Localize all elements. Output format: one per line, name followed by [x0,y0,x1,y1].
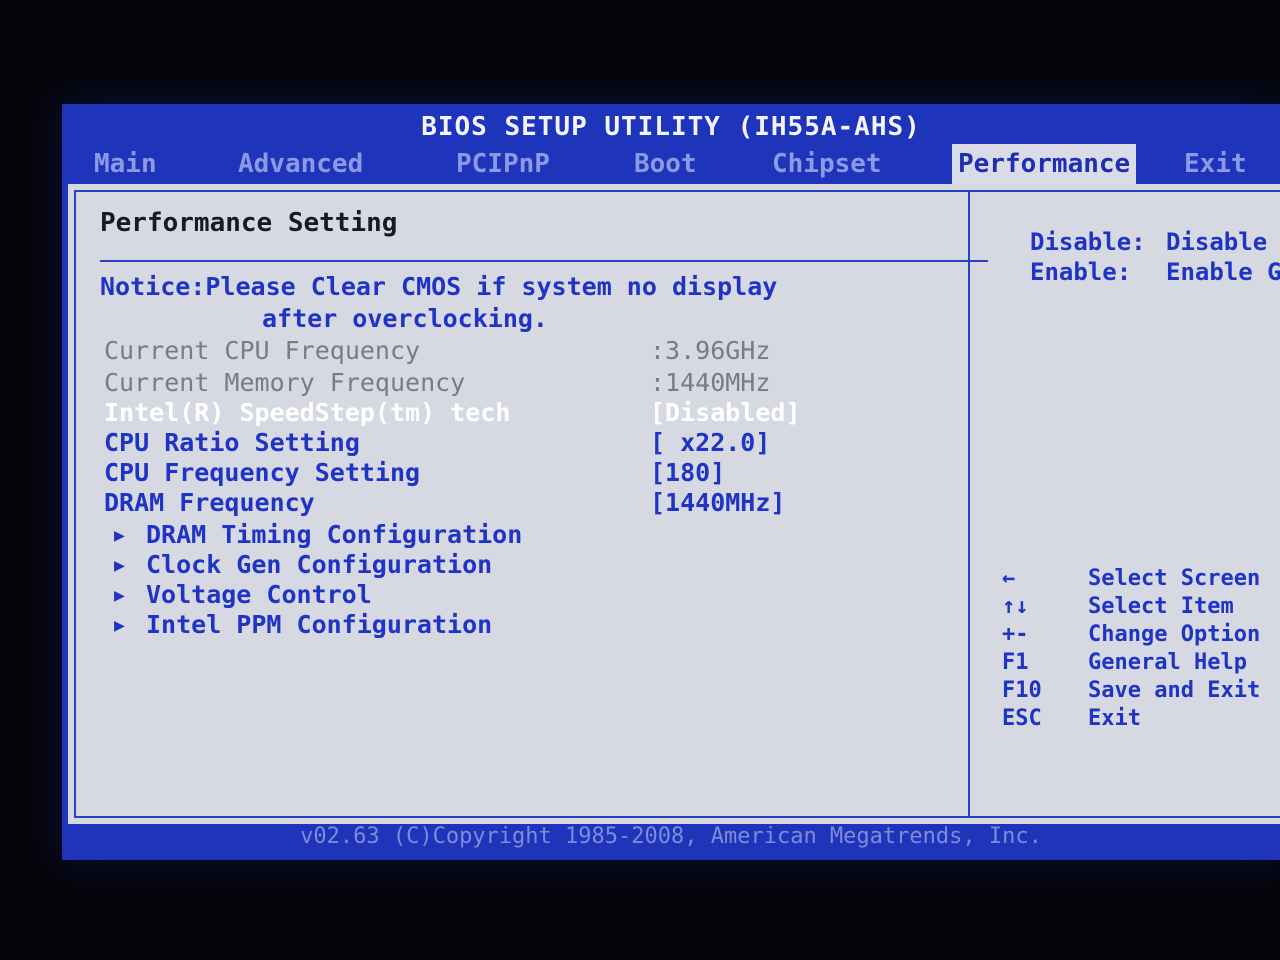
submenu-label: DRAM Timing Configuration [146,520,523,549]
tab-chipset[interactable]: Chipset [766,144,888,184]
tab-advanced[interactable]: Advanced [232,144,369,184]
up-down-arrows-icon: ↑↓ [1002,594,1029,619]
setting-value[interactable]: [180] [650,458,725,487]
setting-value[interactable]: [Disabled] [650,398,801,427]
help-value: Disable [1166,228,1268,256]
info-value: :3.96GHz [650,336,771,365]
setting-label: CPU Ratio Setting [104,428,360,457]
notice-line-1: Notice:Please Clear CMOS if system no di… [100,272,778,301]
setting-value[interactable]: [1440MHz] [650,488,785,517]
key-desc: Select Screen [1088,566,1261,591]
key-desc: Select Item [1088,594,1234,619]
help-key: Disable: [1030,228,1146,256]
tab-bar: Main Advanced PCIPnP Boot Chipset Perfor… [62,144,1280,188]
submenu-intel-ppm[interactable]: ▶ Intel PPM Configuration [114,610,492,639]
key-label: ESC [1002,706,1042,731]
copyright-footer: v02.63 (C)Copyright 1985-2008, American … [300,824,1042,849]
help-line-disable: Disable: Disable [1030,228,1267,256]
submenu-voltage-control[interactable]: ▶ Voltage Control [114,580,372,609]
help-value: Enable G [1166,258,1280,286]
setting-value[interactable]: [ x22.0] [650,428,770,457]
help-line-enable: Enable: Enable G [1030,258,1280,286]
key-desc: Change Option [1088,622,1261,647]
setting-speedstep[interactable]: Intel(R) SpeedStep(tm) tech [Disabled] [104,398,944,428]
tab-pcipnp[interactable]: PCIPnP [450,144,556,184]
info-label: Current CPU Frequency [104,336,421,365]
info-row-memory-frequency: Current Memory Frequency :1440MHz [104,368,944,398]
submenu-arrow-icon: ▶ [114,615,125,636]
bios-screen: BIOS SETUP UTILITY (IH55A-AHS) Main Adva… [62,104,1280,860]
help-divider [968,190,970,818]
tab-performance[interactable]: Performance [952,144,1137,184]
key-label: F10 [1002,678,1042,703]
info-row-cpu-frequency: Current CPU Frequency :3.96GHz [104,336,944,366]
section-title: Performance Setting [100,208,398,238]
left-arrow-icon: ← [1002,566,1016,591]
submenu-arrow-icon: ▶ [114,555,125,576]
submenu-label: Intel PPM Configuration [146,610,493,639]
notice-line-2: after overclocking. [262,304,548,333]
section-rule [100,260,988,262]
setting-cpu-ratio[interactable]: CPU Ratio Setting [ x22.0] [104,428,944,458]
tab-main[interactable]: Main [88,144,163,184]
setting-label: CPU Frequency Setting [104,458,421,487]
submenu-arrow-icon: ▶ [114,525,125,546]
submenu-clock-gen[interactable]: ▶ Clock Gen Configuration [114,550,492,579]
submenu-dram-timing[interactable]: ▶ DRAM Timing Configuration [114,520,522,549]
submenu-arrow-icon: ▶ [114,585,125,606]
setting-cpu-frequency[interactable]: CPU Frequency Setting [180] [104,458,944,488]
bios-title: BIOS SETUP UTILITY (IH55A-AHS) [421,112,921,142]
key-desc: Exit [1088,706,1141,731]
plus-minus-icon: +- [1002,622,1029,647]
setting-dram-frequency[interactable]: DRAM Frequency [1440MHz] [104,488,944,518]
main-panel: Performance Setting Notice:Please Clear … [68,184,1280,824]
info-value: :1440MHz [650,368,771,397]
key-desc: Save and Exit [1088,678,1261,703]
setting-label: DRAM Frequency [104,488,315,517]
key-label: F1 [1002,650,1029,675]
tab-exit[interactable]: Exit [1178,144,1253,184]
setting-label: Intel(R) SpeedStep(tm) tech [104,398,511,427]
submenu-label: Clock Gen Configuration [146,550,493,579]
tab-boot[interactable]: Boot [628,144,703,184]
info-label: Current Memory Frequency [104,368,466,397]
key-desc: General Help [1088,650,1247,675]
help-key: Enable: [1030,258,1132,286]
submenu-label: Voltage Control [146,580,372,609]
